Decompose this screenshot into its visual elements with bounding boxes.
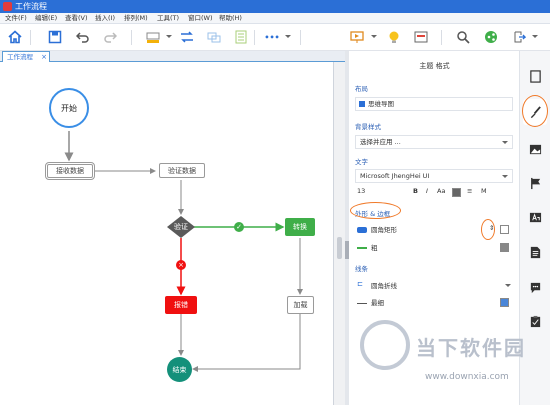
line-weight-row[interactable]: 最细 [355, 297, 513, 309]
screen-icon[interactable] [413, 29, 429, 45]
spacing-button[interactable]: M [481, 187, 487, 195]
style-label: 背景样式 [355, 123, 381, 131]
italic-button[interactable]: I [426, 187, 428, 195]
home-icon[interactable] [7, 29, 23, 45]
style-value: 选择并应用 ... [360, 138, 401, 146]
watermark-name: 当下软件园 [416, 336, 526, 360]
redo-icon[interactable] [102, 29, 118, 45]
menu-arrange[interactable]: 排列(M) [124, 13, 148, 24]
toolbar: ••• [0, 24, 550, 51]
no-badge-icon: × [176, 260, 186, 270]
flow-node-receive[interactable]: 接收数据 [45, 162, 95, 180]
text-color-swatch[interactable] [452, 188, 461, 197]
layout-value: 思维导图 [368, 100, 394, 108]
search-icon[interactable] [455, 29, 471, 45]
tab-label: 工作流程 [7, 53, 33, 61]
menu-view[interactable]: 查看(V) [65, 13, 88, 24]
image-icon[interactable] [527, 141, 543, 157]
flow-node-convert[interactable]: 转换 [285, 218, 315, 236]
text-label: 文字 [355, 158, 368, 166]
list-icon[interactable] [233, 29, 249, 45]
font-select[interactable]: Microsoft JhengHei UI [355, 169, 513, 183]
layers-icon[interactable] [206, 29, 222, 45]
case-button[interactable]: Aa [437, 187, 445, 195]
style-select[interactable]: 选择并应用 ... [355, 135, 513, 149]
document-icon[interactable] [527, 244, 543, 260]
export-icon[interactable] [511, 29, 527, 45]
line-weight-icon [357, 303, 367, 304]
highlight-annotation [522, 95, 548, 127]
font-value: Microsoft JhengHei UI [360, 172, 430, 180]
connector-icon[interactable] [179, 29, 195, 45]
flow-node-load[interactable]: 加载 [287, 296, 314, 314]
menu-file[interactable]: 文件(F) [5, 13, 27, 24]
align-button[interactable]: ≡ [467, 187, 472, 195]
mindmap-icon [359, 101, 365, 107]
flag-icon[interactable] [527, 175, 543, 191]
chevron-down-icon [505, 284, 511, 287]
chevron-down-icon [502, 141, 508, 144]
menu-insert[interactable]: 插入(I) [95, 13, 115, 24]
elbow-line-icon: ⊏ [357, 280, 363, 288]
rounded-rect-icon [357, 227, 367, 233]
shape-value: 圆角矩形 [371, 226, 397, 234]
bold-button[interactable]: B [413, 187, 418, 195]
font-size-value[interactable]: 13 [357, 187, 365, 195]
line-value: 圆角折线 [371, 282, 397, 290]
line-style-row[interactable]: ⊏ 圆角折线 [355, 280, 513, 292]
watermark-logo-icon [360, 320, 410, 370]
close-icon[interactable]: × [41, 52, 47, 62]
border-color-swatch[interactable] [500, 243, 509, 252]
panel-header: 主题 格式 [419, 62, 450, 70]
menu-edit[interactable]: 编辑(E) [35, 13, 57, 24]
line-weight-value: 最细 [371, 299, 384, 307]
flow-node-end[interactable]: 结束 [167, 357, 192, 382]
line-color-swatch[interactable] [500, 298, 509, 307]
line-label: 线条 [355, 265, 368, 273]
highlight-annotation [350, 202, 401, 219]
menu-bar: 文件(F) 编辑(E) 查看(V) 插入(I) 排列(M) 工具(T) 窗口(W… [0, 13, 550, 24]
menu-help[interactable]: 帮助(H) [219, 13, 242, 24]
page-icon[interactable] [527, 68, 543, 84]
menu-tools[interactable]: 工具(T) [157, 13, 179, 24]
fill-icon[interactable] [145, 29, 161, 45]
idea-icon[interactable] [386, 29, 402, 45]
border-value: 粗 [371, 244, 378, 252]
flow-node-validate[interactable]: 验证数据 [159, 163, 205, 178]
chevron-down-icon [502, 175, 508, 178]
title-bar: 工作流程 [0, 0, 550, 13]
window-title: 工作流程 [15, 2, 47, 11]
undo-icon[interactable] [75, 29, 91, 45]
text-icon[interactable] [527, 209, 543, 225]
highlight-annotation [481, 219, 495, 240]
menu-window[interactable]: 窗口(W) [188, 13, 213, 24]
share-icon[interactable] [483, 29, 499, 45]
vertical-scrollbar[interactable] [334, 62, 345, 405]
watermark-url: www.downxia.com [425, 372, 509, 382]
tab-workflow[interactable]: 工作流程 × [2, 51, 50, 62]
app-logo-icon [3, 2, 12, 11]
more-icon[interactable]: ••• [263, 29, 281, 45]
layout-label: 布局 [355, 85, 368, 93]
save-icon[interactable] [47, 29, 63, 45]
border-line-icon [357, 247, 367, 249]
border-row[interactable]: 粗 [355, 242, 513, 254]
flow-node-alarm[interactable]: 报错 [165, 296, 197, 314]
clipboard-icon[interactable] [527, 313, 543, 329]
flow-node-start[interactable]: 开始 [49, 88, 89, 128]
fill-color-swatch[interactable] [500, 225, 509, 234]
yes-badge-icon: ✓ [234, 222, 244, 232]
flow-node-decision-label[interactable]: 验证 [167, 221, 195, 233]
text-format-row: 13 B I Aa ≡ M [355, 187, 513, 199]
tab-bar: 工作流程 × [0, 51, 345, 62]
layout-select[interactable]: 思维导图 [355, 97, 513, 111]
comment-icon[interactable] [527, 279, 543, 295]
diagram-canvas[interactable]: 开始 接收数据 验证数据 验证 转换 报错 加载 结束 ✓ × [0, 62, 334, 405]
presentation-icon[interactable] [349, 29, 365, 45]
